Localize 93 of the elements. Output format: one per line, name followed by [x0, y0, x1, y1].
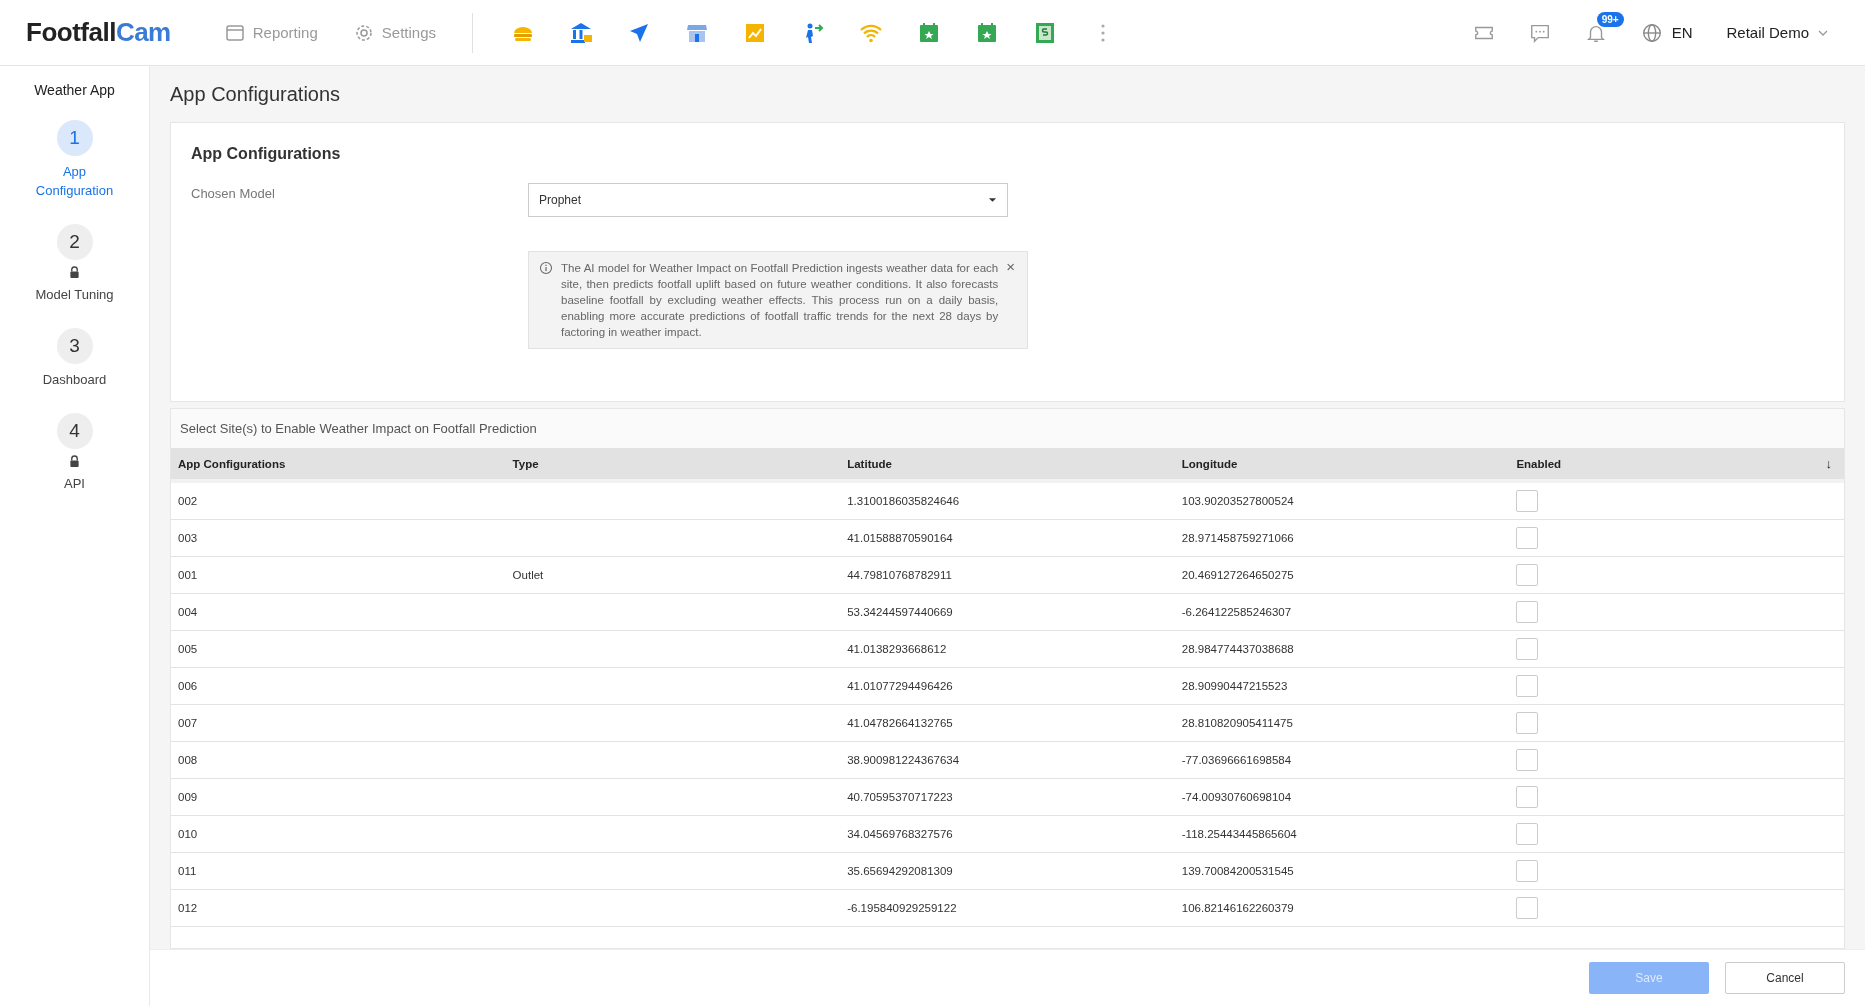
- user-name: Retail Demo: [1726, 24, 1809, 41]
- column-header: Enabled: [1509, 448, 1743, 481]
- window-icon: [224, 22, 245, 43]
- settings-icon: [353, 22, 374, 43]
- field-label: Chosen Model: [191, 186, 276, 201]
- card-title: App Configurations: [191, 145, 342, 163]
- logo[interactable]: FootfallCam: [26, 17, 171, 48]
- checkbox[interactable]: [1516, 712, 1539, 734]
- notification-badge: 99+: [1596, 11, 1624, 27]
- column-header: Type: [505, 448, 841, 481]
- info-text: The AI model for Weather Impact on Footfall Prediction ingests weather data for each site, then predicts footfall uplift based on future weather conditions. It also forecasts baseline footfall by excluding weather effects. This process run on a daily basis, enabling more accurate predictions of footfall traffic trends for the next 28 days by factoring in weather impact.: [561, 261, 999, 340]
- page-title: App Configurations: [170, 83, 342, 106]
- table-cell: 011: [178, 865, 197, 877]
- step-number: 4: [56, 413, 93, 449]
- table-cell: 28.90990447215523: [1181, 680, 1288, 692]
- table-cell: -6.195840929259122: [847, 902, 957, 914]
- calendar-icon[interactable]: [917, 20, 941, 45]
- sort-indicator[interactable]: ↓: [1825, 456, 1832, 471]
- table-cell: 008: [178, 754, 198, 766]
- user-menu[interactable]: Retail Demo: [1726, 24, 1829, 41]
- table-caption: Select Site(s) to Enable Weather Impact on Footfall Prediction: [171, 409, 1844, 448]
- table-cell: 41.01588870590164: [847, 532, 953, 544]
- table-cell: 35.65694292081309: [847, 865, 953, 877]
- table-cell: 38.900981224367634: [847, 754, 960, 766]
- checkbox[interactable]: [1516, 564, 1539, 586]
- language-selector[interactable]: EN: [1640, 21, 1693, 44]
- sidebar-title: Weather App: [34, 82, 115, 98]
- table-cell: 007: [178, 717, 198, 729]
- lock-icon: [69, 455, 80, 468]
- table-cell: 103.90203527800524: [1181, 495, 1294, 507]
- step-label: Model Tuning: [34, 286, 115, 304]
- step-item[interactable]: 1 App Configuration: [9, 120, 140, 200]
- table-cell: 28.810820905411475: [1181, 717, 1293, 729]
- caret-icon: [988, 197, 997, 203]
- table-cell: 106.82146162260379: [1181, 902, 1294, 914]
- bank-icon[interactable]: [569, 20, 593, 45]
- step-label: Dashboard: [41, 371, 108, 389]
- step-number: 3: [56, 328, 93, 364]
- table-cell: 41.04782664132765: [847, 717, 953, 729]
- model-dropdown[interactable]: Prophet: [528, 183, 1008, 217]
- table-cell: 001: [178, 569, 198, 581]
- table-cell: 139.70084200531545: [1181, 865, 1294, 877]
- table-cell: 28.984774437038688: [1181, 643, 1294, 655]
- table-cell: 53.34244597440669: [847, 606, 953, 618]
- table-cell: 002: [178, 495, 198, 507]
- checkbox[interactable]: [1516, 786, 1539, 808]
- table-cell: 41.01077294496426: [847, 680, 953, 692]
- calendar-icon[interactable]: [975, 20, 999, 45]
- column-header: App Configurations: [171, 448, 506, 481]
- table-cell: -74.00930760698104: [1181, 791, 1292, 803]
- checkbox[interactable]: [1516, 675, 1539, 697]
- close-button[interactable]: ×: [1006, 260, 1015, 274]
- checkbox[interactable]: [1516, 527, 1539, 549]
- table-cell: 28.971458759271066: [1181, 532, 1294, 544]
- table-cell: -118.25443445865604: [1181, 828, 1297, 840]
- step-number: 2: [56, 224, 93, 260]
- table-cell: 44.79810768782911: [847, 569, 952, 581]
- step-label: API: [63, 475, 86, 493]
- money-icon[interactable]: [1033, 20, 1057, 45]
- table-cell: 1.3100186035824646: [847, 495, 960, 507]
- step-item[interactable]: 4 API: [9, 413, 140, 493]
- table-cell: -77.03696661698584: [1181, 754, 1292, 766]
- globe-icon: [1640, 21, 1663, 44]
- info-icon: [539, 261, 553, 275]
- lock-icon: [69, 266, 80, 279]
- table-cell: 005: [178, 643, 198, 655]
- language-label: EN: [1671, 24, 1693, 41]
- checkbox[interactable]: [1516, 897, 1539, 919]
- table-cell: 41.0138293668612: [847, 643, 947, 655]
- table-cell: 012: [178, 902, 198, 914]
- checkbox[interactable]: [1516, 490, 1539, 512]
- column-header: Latitude: [840, 448, 1175, 481]
- step-label: App Configuration: [34, 163, 115, 200]
- table-cell: 004: [178, 606, 198, 618]
- table-cell: 003: [178, 532, 198, 544]
- column-header: Longitude: [1174, 448, 1510, 481]
- table-cell: 34.04569768327576: [847, 828, 953, 840]
- checkbox[interactable]: [1516, 860, 1539, 882]
- table-cell: Outlet: [512, 569, 544, 581]
- checkbox[interactable]: [1516, 601, 1539, 623]
- table-cell: 40.70595370717223: [847, 791, 953, 803]
- table-cell: 006: [178, 680, 198, 692]
- checkbox[interactable]: [1516, 638, 1539, 660]
- table-cell: 009: [178, 791, 198, 803]
- table-cell: 010: [178, 828, 198, 840]
- step-item[interactable]: 3 Dashboard: [9, 328, 140, 389]
- checkbox[interactable]: [1516, 749, 1539, 771]
- table-cell: 20.469127264650275: [1181, 569, 1294, 581]
- table-cell: -6.264122585246307: [1181, 606, 1292, 618]
- checkbox[interactable]: [1516, 823, 1539, 845]
- step-number: 1: [56, 120, 93, 156]
- cancel-button[interactable]: Cancel: [1725, 962, 1845, 994]
- step-item[interactable]: 2 Model Tuning: [9, 224, 140, 304]
